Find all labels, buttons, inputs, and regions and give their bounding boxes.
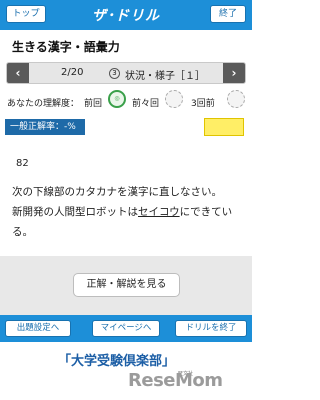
understanding-prev3-label: 3回前 [191, 99, 215, 109]
sentence-after: にできてい [179, 206, 233, 218]
resemom-watermark: ReseMom [128, 370, 223, 391]
accuracy-badge: 一般正解率：-% [5, 119, 85, 135]
understanding-prev2-label: 前々回 [132, 99, 160, 109]
question-sentence: 新開発の人間型ロボットはセイコウにできてい [12, 204, 232, 219]
app-root: トップ ザ･ドリル 終了 生きる漢字・語彙力 ‹ 2/20 3 状況・様子［１］… [0, 0, 252, 400]
understanding-prev2-icon [165, 90, 183, 108]
understanding-prev3-icon [227, 90, 245, 108]
chevron-right-icon[interactable]: › [223, 63, 245, 83]
brand-logo: 「大学受験倶楽部」 [58, 354, 176, 369]
question-instruction: 次の下線部のカタカナを漢字に直しなさい。 [12, 186, 222, 198]
topic-number: 3 [109, 68, 120, 79]
chevron-left-icon[interactable]: ‹ [7, 63, 29, 83]
show-answer-button[interactable]: 正解・解説を見る [73, 273, 180, 297]
marker-box [204, 118, 244, 136]
sentence-before: 新開発の人間型ロボットは [12, 206, 138, 218]
end-drill-button[interactable]: ドリルを終了 [175, 320, 247, 337]
end-button[interactable]: 終了 [210, 5, 246, 23]
understanding-label: あなたの理解度： [7, 99, 80, 109]
understanding-prev-label: 前回 [84, 99, 103, 109]
understanding-prev-icon: ◎ [108, 90, 126, 108]
settings-button[interactable]: 出題設定へ [5, 320, 71, 337]
header-bar: トップ ザ･ドリル 終了 [0, 0, 252, 30]
topic-label: 状況・様子［１］ [125, 71, 205, 82]
question-sentence-end: る。 [12, 226, 33, 238]
page-counter: 2/20 [61, 67, 84, 78]
question-nav-bar: ‹ 2/20 3 状況・様子［１］ › [6, 62, 246, 84]
unit-title: 生きる漢字・語彙力 [12, 40, 120, 54]
question-number: 82 [16, 158, 29, 169]
footer-bar: 出題設定へ マイページへ ドリルを終了 [0, 315, 252, 342]
underlined-katakana: セイコウ [138, 206, 180, 218]
mypage-button[interactable]: マイページへ [92, 320, 160, 337]
